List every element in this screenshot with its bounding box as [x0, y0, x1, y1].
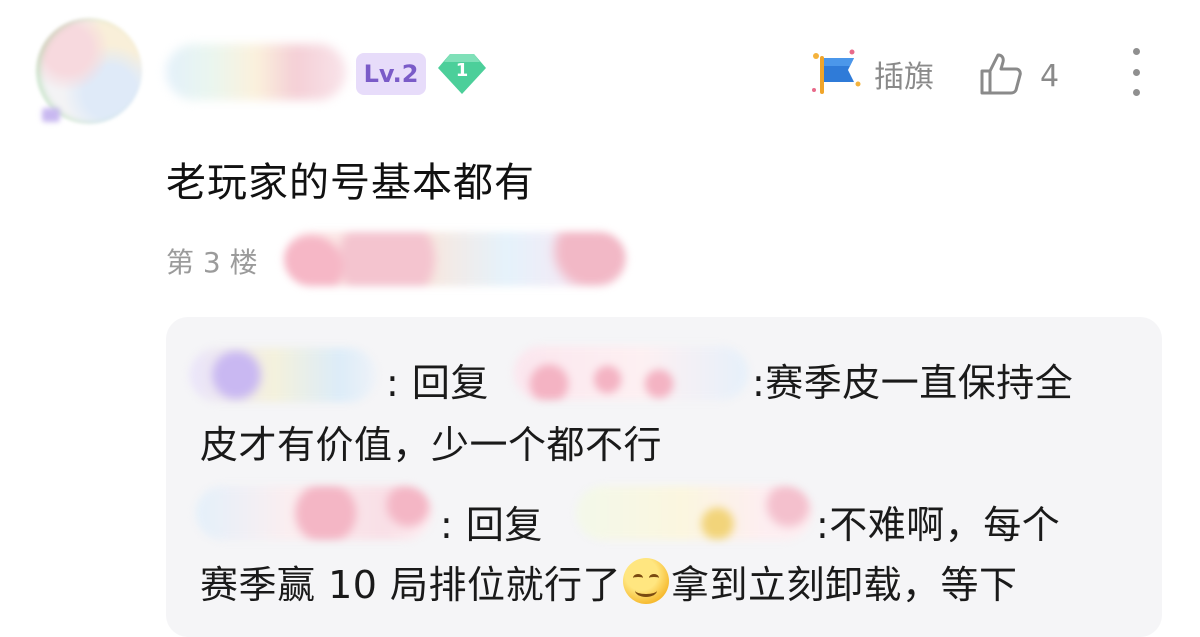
flag-button[interactable]: 插旗 [808, 46, 934, 102]
gem-badge-icon: 1 [436, 52, 488, 96]
reply-1-prefix: : 回复 [386, 361, 489, 405]
floor-label: 第 3 楼 [166, 246, 258, 279]
avatar[interactable] [36, 18, 142, 124]
flag-icon [808, 46, 864, 102]
reply-target-blurred[interactable] [514, 346, 748, 400]
reply-1-text: :赛季皮一直保持全 [752, 361, 1074, 405]
reply-author-blurred[interactable] [190, 348, 376, 402]
floor-meta-blurred [284, 232, 626, 286]
level-badge: Lv.2 [356, 53, 426, 95]
comment-text: 老玩家的号基本都有 [166, 160, 535, 206]
reply-author-blurred[interactable] [196, 486, 432, 540]
username-blurred[interactable] [166, 44, 346, 100]
thumbs-up-icon [978, 51, 1024, 101]
like-button[interactable]: 4 [978, 48, 1059, 104]
more-vertical-icon[interactable] [1116, 48, 1156, 96]
like-count: 4 [1040, 58, 1060, 94]
flag-label: 插旗 [874, 60, 934, 95]
reply-2-prefix: : 回复 [440, 503, 543, 547]
reply-2-text: :不难啊，每个 [816, 503, 1061, 547]
reply-2-text-cont: 赛季赢 10 局排位就行了 拿到立刻卸载，等下 [200, 554, 1018, 609]
reply-target-blurred[interactable] [576, 486, 812, 540]
gem-number: 1 [455, 60, 469, 81]
grin-emoji-icon [623, 558, 670, 604]
reply-1-text-cont: 皮才有价值，少一个都不行 [200, 423, 663, 467]
